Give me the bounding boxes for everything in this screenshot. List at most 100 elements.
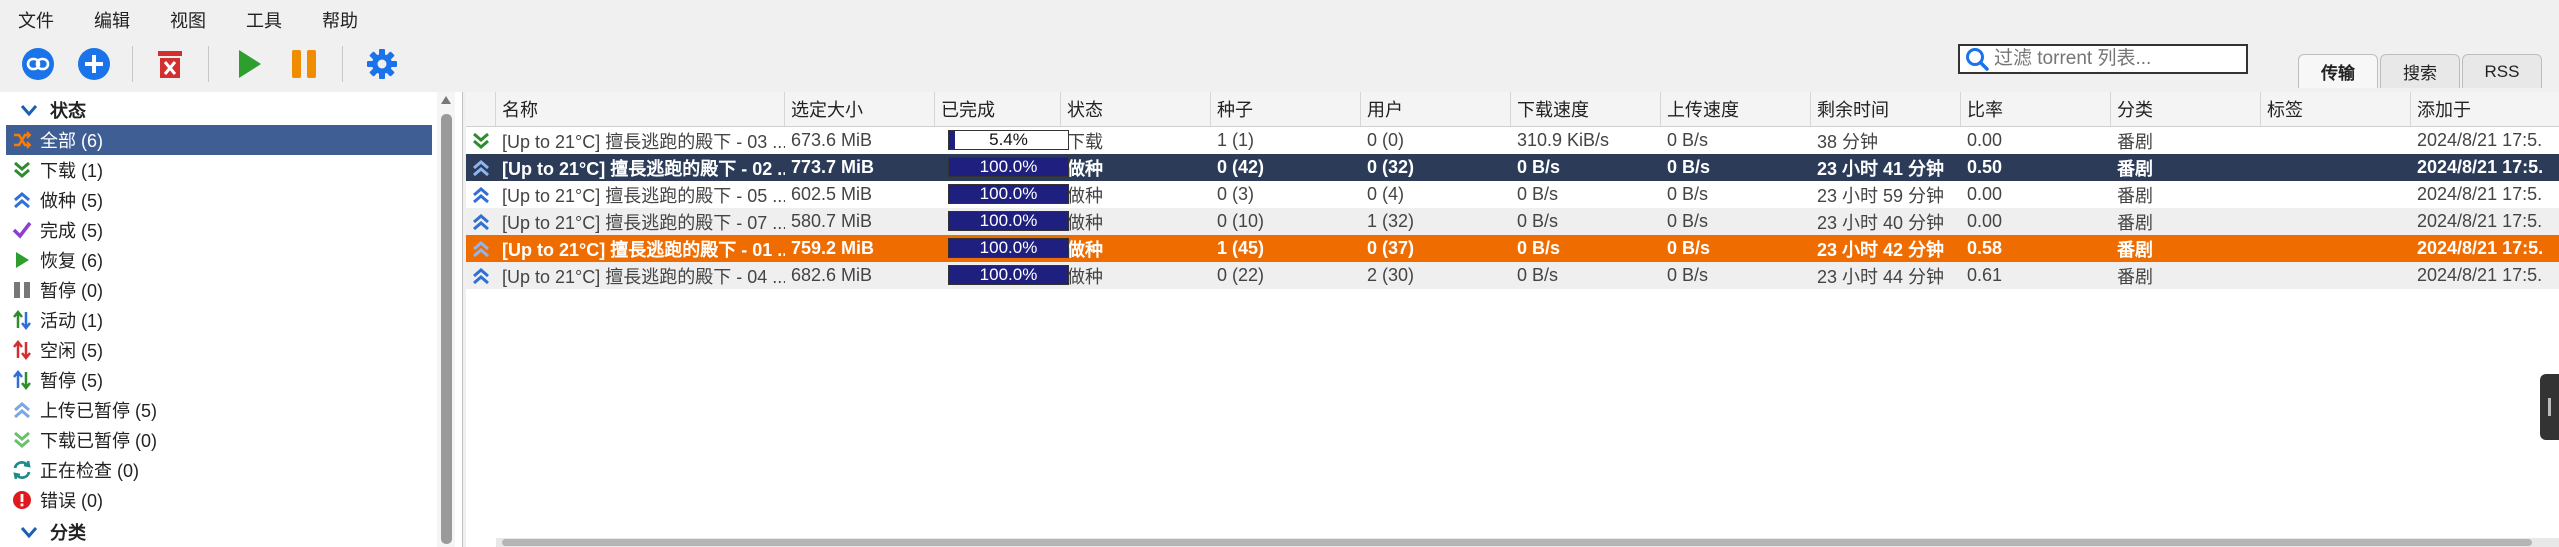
menu-edit[interactable]: 编辑 — [94, 7, 130, 33]
tab-rss[interactable]: RSS — [2462, 54, 2542, 88]
column-header-icon[interactable] — [466, 92, 496, 126]
progress-text: 5.4% — [989, 130, 1028, 149]
cell-dl-speed: 0 B/s — [1517, 184, 1559, 204]
cell-dl-speed: 310.9 KiB/s — [1517, 130, 1610, 150]
cell-name: [Up to 21°C] 擅長逃跑的殿下 - 01 ... — [502, 239, 785, 260]
tab-transfers[interactable]: 传输 — [2298, 54, 2378, 88]
add-torrent-button[interactable] — [74, 44, 114, 84]
cell-tags — [2261, 154, 2411, 181]
sidebar-scroll-thumb[interactable] — [441, 114, 452, 544]
column-header-added[interactable]: 添加于 — [2411, 92, 2559, 126]
progress-bar: 100.0% — [948, 238, 1069, 258]
upload-icon — [466, 181, 496, 208]
search-box[interactable] — [1958, 44, 2248, 74]
horizontal-scrollbar[interactable] — [496, 538, 2559, 547]
column-header-name[interactable]: 名称 — [496, 92, 785, 126]
table-row[interactable]: [Up to 21°C] 擅長逃跑的殿下 - 05 ... 602.5 MiB 做种… — [466, 181, 2559, 208]
cell-seeds: 0 (3) — [1217, 184, 1255, 204]
toolbar-separator — [132, 46, 133, 82]
filter-seeding[interactable]: 做种 (5) — [6, 185, 432, 215]
filter-inactive[interactable]: 空闲 (5) — [6, 335, 432, 365]
cell-seeds: 0 (42) — [1217, 157, 1265, 177]
menu-help[interactable]: 帮助 — [322, 7, 358, 33]
cell-ratio: 0.58 — [1967, 238, 2003, 258]
cell-category: 番剧 — [2117, 158, 2153, 179]
column-header-dl-speed[interactable]: 下载速度 — [1511, 92, 1661, 126]
filter-paused[interactable]: 暂停 (0) — [6, 275, 432, 305]
status-section-header[interactable]: 状态 — [20, 96, 86, 124]
cell-added: 2024/8/21 17:5. — [2417, 130, 2543, 150]
cell-ratio: 0.00 — [1967, 211, 2003, 231]
cell-size: 673.6 MiB — [791, 130, 873, 150]
cell-seeds: 0 (10) — [1217, 211, 1265, 231]
filter-stalled[interactable]: 暂停 (5) — [6, 365, 432, 395]
filter-completed[interactable]: 完成 (5) — [6, 215, 432, 245]
cell-size: 759.2 MiB — [791, 238, 875, 258]
cell-dl-speed: 0 B/s — [1517, 238, 1561, 258]
status-header-label: 状态 — [50, 101, 86, 121]
cell-name: [Up to 21°C] 擅長逃跑的殿下 - 07 ... — [502, 212, 785, 233]
table-row[interactable]: [Up to 21°C] 擅長逃跑的殿下 - 03 ... 673.6 MiB 下载… — [466, 127, 2559, 154]
cell-seeds: 1 (45) — [1217, 238, 1265, 258]
cell-status: 做种 — [1067, 266, 1103, 287]
filter-resumed[interactable]: 恢复 (6) — [6, 245, 432, 275]
filter-checking[interactable]: 正在检查 (0) — [6, 455, 432, 485]
cell-size: 682.6 MiB — [791, 265, 873, 285]
upload-icon — [466, 208, 496, 235]
filter-errored[interactable]: 错误 (0) — [6, 485, 432, 515]
filter-downloading[interactable]: 下载 (1) — [6, 155, 432, 185]
filter-label: 活动 (1) — [40, 311, 103, 331]
column-header-size[interactable]: 选定大小 — [785, 92, 935, 126]
cell-ul-speed: 0 B/s — [1667, 211, 1709, 231]
column-header-ul-speed[interactable]: 上传速度 — [1661, 92, 1811, 126]
filter-upload-paused[interactable]: 上传已暂停 (5) — [6, 395, 432, 425]
table-row[interactable]: [Up to 21°C] 擅長逃跑的殿下 - 04 ... 682.6 MiB 做种… — [466, 262, 2559, 289]
menu-tools[interactable]: 工具 — [246, 7, 282, 33]
pause-button[interactable] — [284, 44, 324, 84]
column-header-seeds[interactable]: 种子 — [1211, 92, 1361, 126]
category-section-header[interactable]: 分类 — [20, 518, 86, 546]
cell-eta: 38 分钟 — [1817, 131, 1879, 152]
filter-all[interactable]: 全部 (6) — [6, 125, 432, 155]
filter-label: 全部 (6) — [40, 131, 103, 151]
cell-ratio: 0.61 — [1967, 265, 2003, 285]
cell-ratio: 0.50 — [1967, 157, 2003, 177]
column-header-eta[interactable]: 剩余时间 — [1811, 92, 1961, 126]
play-icon — [10, 248, 34, 272]
cell-category: 番剧 — [2117, 212, 2153, 233]
progress-text: 100.0% — [979, 157, 1038, 176]
progress-text: 100.0% — [979, 265, 1038, 284]
filter-active[interactable]: 活动 (1) — [6, 305, 432, 335]
filter-download-paused[interactable]: 下载已暂停 (0) — [6, 425, 432, 455]
sidebar-scrollbar[interactable] — [437, 92, 455, 547]
cell-dl-speed: 0 B/s — [1517, 157, 1561, 177]
column-header-category[interactable]: 分类 — [2111, 92, 2261, 126]
column-header-peers[interactable]: 用户 — [1361, 92, 1511, 126]
progress-bar: 100.0% — [948, 211, 1069, 231]
table-row[interactable]: [Up to 21°C] 擅長逃跑的殿下 - 02 ... 773.7 MiB 做种… — [466, 154, 2559, 181]
cell-ratio: 0.00 — [1967, 130, 2003, 150]
tab-search[interactable]: 搜索 — [2380, 54, 2460, 88]
delete-button[interactable] — [150, 44, 190, 84]
column-header-ratio[interactable]: 比率 — [1961, 92, 2111, 126]
resume-button[interactable] — [228, 44, 268, 84]
cell-tags — [2261, 208, 2411, 235]
table-row[interactable]: [Up to 21°C] 擅長逃跑的殿下 - 01 ... 759.2 MiB 做种… — [466, 235, 2559, 262]
menu-file[interactable]: 文件 — [18, 7, 54, 33]
download-paused-icon — [10, 428, 34, 452]
table-row[interactable]: [Up to 21°C] 擅長逃跑的殿下 - 07 ... 580.7 MiB 做种… — [466, 208, 2559, 235]
panel-resize-handle[interactable] — [2540, 374, 2559, 440]
pause-icon — [10, 278, 34, 302]
scroll-up-icon[interactable] — [441, 96, 451, 104]
column-header-progress[interactable]: 已完成 — [935, 92, 1061, 126]
progress-text: 100.0% — [979, 184, 1038, 203]
add-link-button[interactable] — [18, 44, 58, 84]
search-input[interactable] — [1990, 47, 2236, 71]
column-header-tags[interactable]: 标签 — [2261, 92, 2411, 126]
menu-view[interactable]: 视图 — [170, 7, 206, 33]
filter-label: 暂停 (0) — [40, 281, 103, 301]
horizontal-scroll-thumb[interactable] — [502, 539, 2532, 546]
cell-category: 番剧 — [2117, 266, 2153, 287]
options-button[interactable] — [362, 44, 402, 84]
column-header-status[interactable]: 状态 — [1061, 92, 1211, 126]
